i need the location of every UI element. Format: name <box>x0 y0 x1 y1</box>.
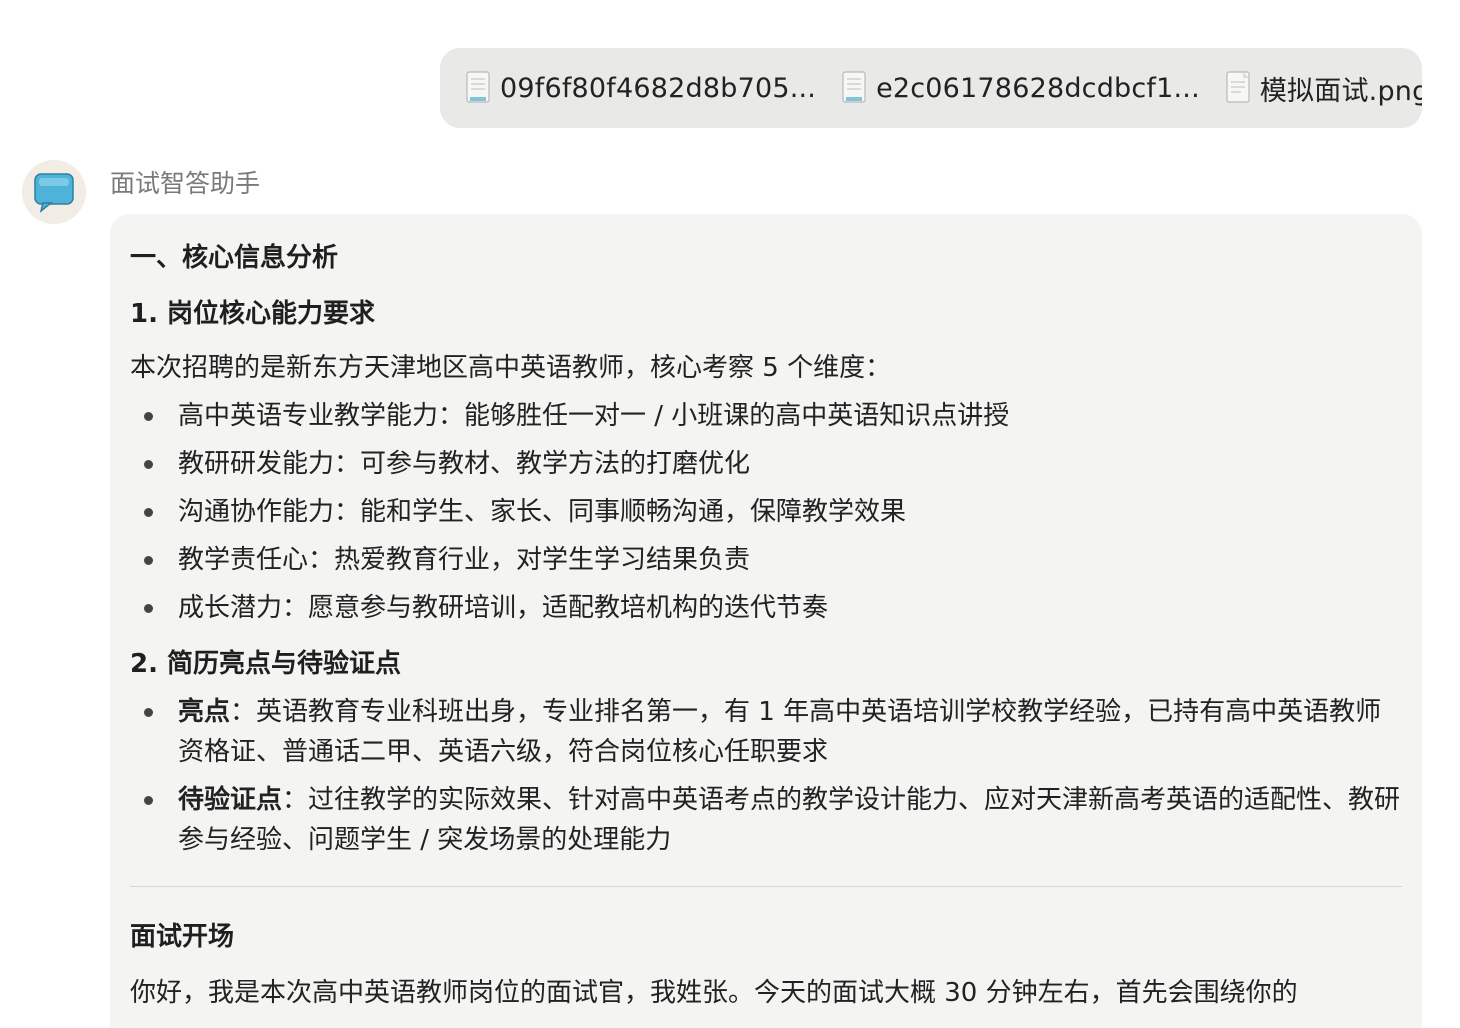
item-text: ：英语教育专业科班出身，专业排名第一，有 1 年高中英语培训学校教学经验，已持有… <box>178 697 1382 767</box>
section-title-requirements: 1. 岗位核心能力要求 <box>130 299 376 329</box>
list-item: 高中英语专业教学能力：能够胜任一对一 / 小班课的高中英语知识点讲授 <box>130 396 1402 436</box>
list-item: 成长潜力：愿意参与教研培训，适配教培机构的迭代节奏 <box>130 588 1402 628</box>
attachment-name: 模拟面试.png <box>1259 75 1422 107</box>
attachment-item[interactable]: 09f6f80f4682d8b705... <box>464 71 816 105</box>
section-title-resume: 2. 简历亮点与待验证点 <box>130 649 402 679</box>
requirements-list: 高中英语专业教学能力：能够胜任一对一 / 小班课的高中英语知识点讲授 教研研发能… <box>130 396 1402 628</box>
chat-bubble-icon <box>34 173 74 213</box>
image-file-icon <box>1226 71 1250 103</box>
document-icon <box>842 71 866 103</box>
heading-core-analysis: 一、核心信息分析 <box>130 243 339 273</box>
chat-page: 09f6f80f4682d8b705... e2c06178628dcdbcf1… <box>0 0 1460 1028</box>
list-item: 教研研发能力：可参与教材、教学方法的打磨优化 <box>130 444 1402 484</box>
attachment-name: 09f6f80f4682d8b705... <box>500 72 817 104</box>
user-attachment-bubble: 09f6f80f4682d8b705... e2c06178628dcdbcf1… <box>440 48 1422 128</box>
section-divider <box>130 886 1402 887</box>
assistant-name: 面试智答助手 <box>110 169 261 198</box>
section-intro: 本次招聘的是新东方天津地区高中英语教师，核心考察 5 个维度： <box>130 353 892 383</box>
section-title-opening: 面试开场 <box>130 922 235 952</box>
document-icon <box>466 71 490 103</box>
item-label: 待验证点 <box>178 785 283 815</box>
assistant-message-card: 一、核心信息分析 1. 岗位核心能力要求 本次招聘的是新东方天津地区高中英语教师… <box>110 214 1422 1028</box>
list-item: 教学责任心：热爱教育行业，对学生学习结果负责 <box>130 540 1402 580</box>
assistant-avatar <box>22 160 86 224</box>
opening-text: 你好，我是本次高中英语教师岗位的面试官，我姓张。今天的面试大概 30 分钟左右，… <box>130 978 1298 1008</box>
item-label: 亮点 <box>178 697 231 727</box>
attachment-name: e2c06178628dcdbcf1... <box>876 72 1200 104</box>
attachment-item[interactable]: 模拟面试.png <box>1224 69 1422 108</box>
attachment-item[interactable]: e2c06178628dcdbcf1... <box>840 71 1200 105</box>
list-item: 待验证点：过往教学的实际效果、针对高中英语考点的教学设计能力、应对天津新高考英语… <box>130 780 1402 860</box>
resume-points-list: 亮点：英语教育专业科班出身，专业排名第一，有 1 年高中英语培训学校教学经验，已… <box>130 692 1402 860</box>
item-text: ：过往教学的实际效果、针对高中英语考点的教学设计能力、应对天津新高考英语的适配性… <box>178 785 1401 855</box>
list-item: 亮点：英语教育专业科班出身，专业排名第一，有 1 年高中英语培训学校教学经验，已… <box>130 692 1402 772</box>
list-item: 沟通协作能力：能和学生、家长、同事顺畅沟通，保障教学效果 <box>130 492 1402 532</box>
